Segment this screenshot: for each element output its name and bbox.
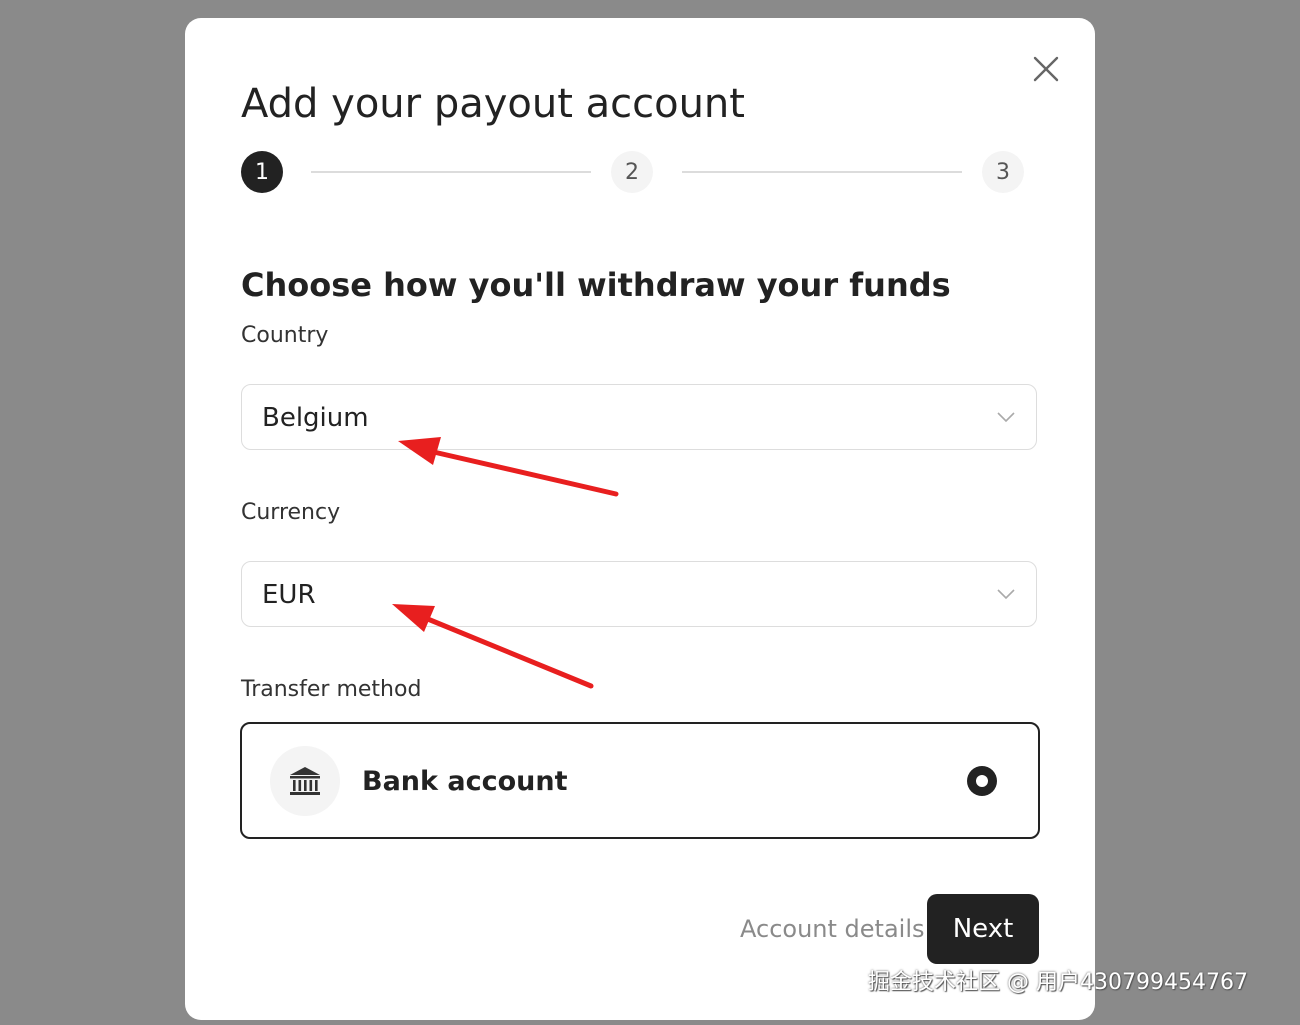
bank-account-radio[interactable] xyxy=(967,766,997,796)
currency-label: Currency xyxy=(241,500,341,525)
radio-selected-dot xyxy=(976,775,988,787)
stepper: 1 2 3 xyxy=(241,151,1031,195)
next-button[interactable]: Next xyxy=(927,894,1039,964)
country-select-value: Belgium xyxy=(262,403,369,433)
payout-account-modal: Add your payout account 1 2 3 Choose how… xyxy=(185,18,1095,1020)
country-label: Country xyxy=(241,323,329,348)
modal-title: Add your payout account xyxy=(241,81,745,127)
step-connector xyxy=(682,171,962,173)
bank-account-label: Bank account xyxy=(362,766,568,797)
step-1-indicator: 1 xyxy=(241,151,283,193)
currency-select-value: EUR xyxy=(262,580,316,610)
watermark: 掘金技术社区 @ 用户430799454767 xyxy=(868,970,1248,995)
currency-select[interactable]: EUR xyxy=(241,561,1037,627)
transfer-method-label: Transfer method xyxy=(241,677,422,702)
step-3-indicator: 3 xyxy=(982,151,1024,193)
account-details-link[interactable]: Account details xyxy=(740,912,925,946)
bank-icon-container xyxy=(270,746,340,816)
step-connector xyxy=(311,171,591,173)
bank-icon xyxy=(290,767,320,795)
section-title: Choose how you'll withdraw your funds xyxy=(241,266,951,304)
chevron-down-icon xyxy=(997,412,1015,423)
close-icon xyxy=(1033,56,1059,82)
country-select[interactable]: Belgium xyxy=(241,384,1037,450)
close-button[interactable] xyxy=(1031,54,1061,84)
step-2-indicator: 2 xyxy=(611,151,653,193)
chevron-down-icon xyxy=(997,589,1015,600)
bank-account-option[interactable]: Bank account xyxy=(240,722,1040,839)
